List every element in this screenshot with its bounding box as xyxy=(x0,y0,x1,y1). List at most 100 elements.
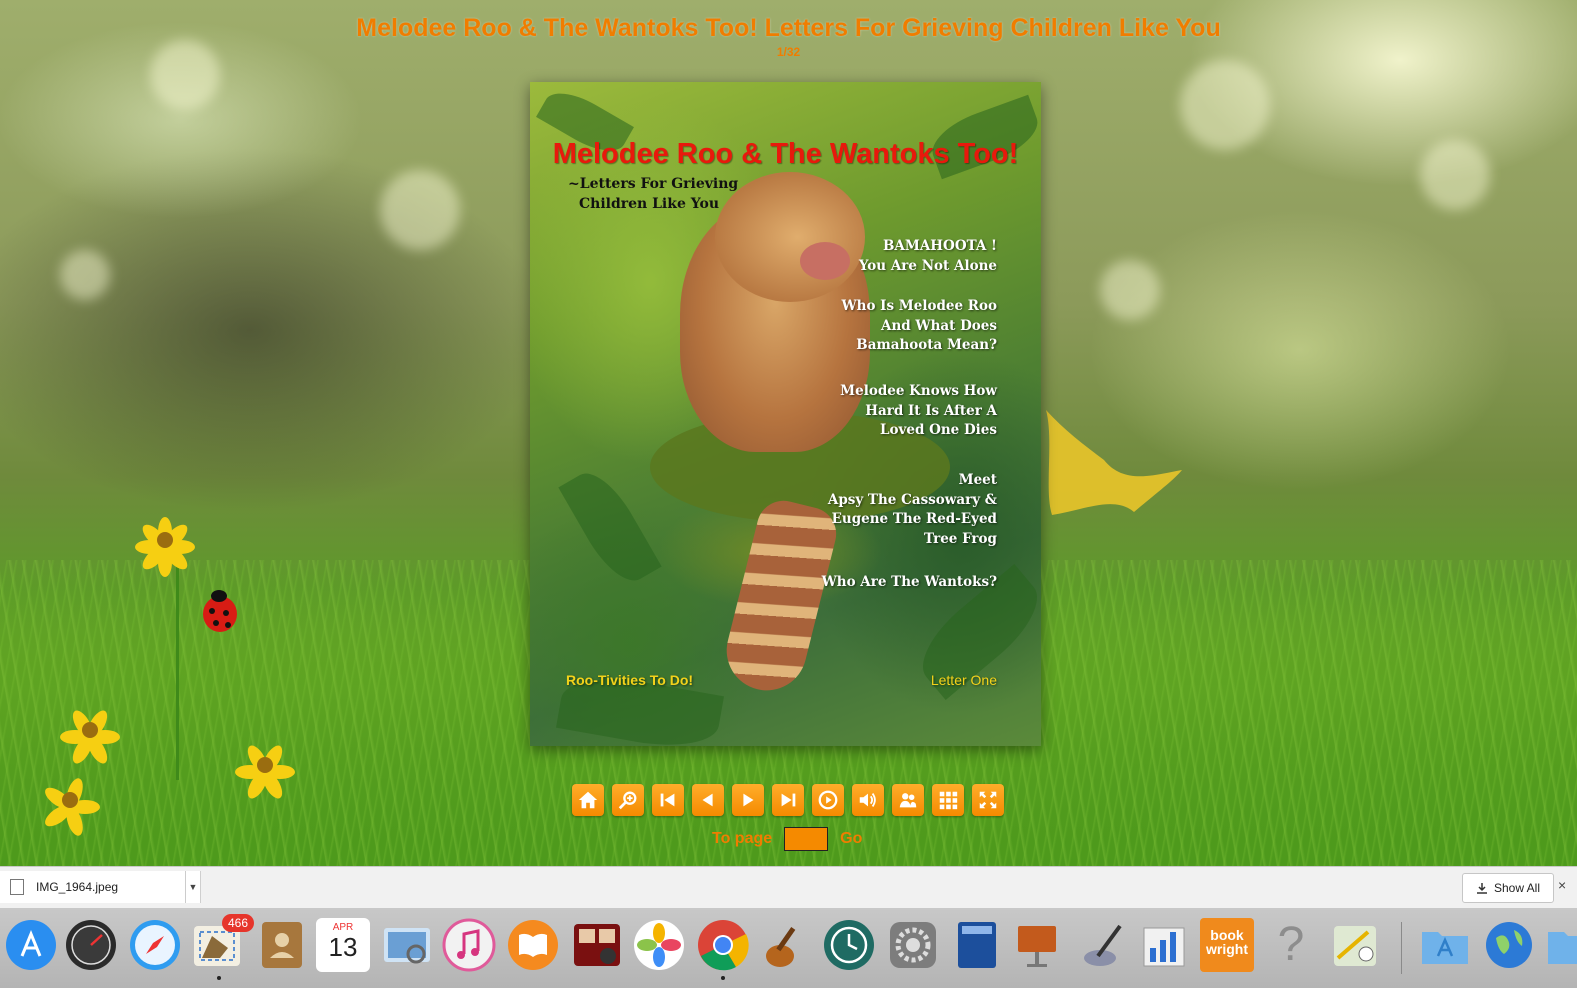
photo-booth-icon[interactable] xyxy=(570,918,624,972)
page-indicator: 1/32 xyxy=(776,45,801,59)
toc-entry: Who Is Melodee Roo And What Does Bamahoo… xyxy=(757,297,997,356)
dashboard-icon[interactable] xyxy=(64,918,118,972)
applications-folder-icon[interactable] xyxy=(1418,918,1472,972)
zoom-icon xyxy=(618,791,637,810)
book-wright-label: book xyxy=(1210,927,1244,943)
help-icon[interactable]: ? xyxy=(1264,918,1318,972)
calendar-icon[interactable]: APR 13 xyxy=(316,918,370,972)
home-button[interactable] xyxy=(572,784,604,816)
download-file-name: IMG_1964.jpeg xyxy=(36,880,119,894)
sound-button[interactable] xyxy=(852,784,884,816)
goto-page-label: To page xyxy=(712,830,773,847)
go-button[interactable]: Go xyxy=(840,830,862,848)
cover-footer-activities: Roo-Tivities To Do! xyxy=(566,672,694,688)
falling-leaf-graphic xyxy=(1046,410,1182,515)
toc-line: Meet xyxy=(958,472,997,488)
flower-stem xyxy=(176,560,179,780)
last-page-icon xyxy=(781,793,796,807)
next-page-icon xyxy=(743,793,754,807)
macos-dock: 466 APR 13 book wright ? xyxy=(0,908,1577,988)
previous-page-button[interactable] xyxy=(692,784,724,816)
cover-subtitle-line: Children Like You xyxy=(579,196,720,212)
bokeh-light xyxy=(380,170,460,250)
toc-line: Tree Frog xyxy=(924,530,997,547)
ibooks-icon[interactable] xyxy=(506,918,560,972)
running-indicator xyxy=(217,976,221,980)
ladybug-graphic xyxy=(203,590,237,632)
toc-line: You Are Not Alone xyxy=(858,257,997,274)
flipbook-toolbar xyxy=(572,784,1004,816)
chevron-down-icon[interactable]: ▼ xyxy=(185,871,200,903)
toc-line: Melodee Knows How xyxy=(840,383,997,399)
file-icon xyxy=(10,879,24,895)
zoom-button[interactable] xyxy=(612,784,644,816)
contacts-icon[interactable] xyxy=(254,918,308,972)
toc-line: Hard It Is After A xyxy=(865,402,997,419)
next-page-button[interactable] xyxy=(732,784,764,816)
downloads-folder-icon[interactable] xyxy=(1544,918,1577,972)
autoplay-button[interactable] xyxy=(812,784,844,816)
maps-icon[interactable] xyxy=(1328,918,1382,972)
download-shelf: IMG_1964.jpeg ▼ Show All × xyxy=(0,866,1577,909)
first-page-button[interactable] xyxy=(652,784,684,816)
share-button[interactable] xyxy=(892,784,924,816)
cover-subtitle-line: ~Letters For Grieving xyxy=(568,176,739,192)
toc-line: Loved One Dies xyxy=(880,422,997,438)
bokeh-light xyxy=(1420,140,1490,210)
book-wright-icon[interactable]: book wright xyxy=(1200,918,1254,972)
show-all-button[interactable]: Show All xyxy=(1462,873,1554,903)
toc-line: BAMAHOOTA ! xyxy=(883,238,997,254)
numbers-icon[interactable] xyxy=(1138,918,1192,972)
toc-entry: Meet Apsy The Cassowary & Eugene The Red… xyxy=(757,471,997,549)
cover-title: Melodee Roo & The Wantoks Too! xyxy=(552,138,1019,170)
last-page-button[interactable] xyxy=(772,784,804,816)
download-item[interactable]: IMG_1964.jpeg ▼ xyxy=(0,871,201,903)
goto-page-input[interactable] xyxy=(784,827,829,851)
itunes-icon[interactable] xyxy=(442,918,496,972)
book-page-cover[interactable]: Melodee Roo & The Wantoks Too! ~Letters … xyxy=(530,82,1041,746)
system-preferences-icon[interactable] xyxy=(886,918,940,972)
toc-line: Who Is Melodee Roo xyxy=(841,298,997,314)
preview-icon[interactable] xyxy=(380,918,434,972)
toc-line: Eugene The Red-Eyed xyxy=(831,511,997,527)
thumbnails-button[interactable] xyxy=(932,784,964,816)
sound-icon xyxy=(859,793,876,807)
bokeh-light xyxy=(1100,260,1160,320)
cover-subtitle: ~Letters For Grieving Children Like You xyxy=(568,174,788,214)
cover-footer-letter: Letter One xyxy=(930,672,997,688)
home-icon xyxy=(578,791,598,809)
time-machine-icon[interactable] xyxy=(822,918,876,972)
book-wright-label: wright xyxy=(1206,941,1248,957)
photos-icon[interactable] xyxy=(632,918,686,972)
keynote-icon[interactable] xyxy=(1010,918,1064,972)
running-indicator xyxy=(721,976,725,980)
thumbnails-icon xyxy=(939,791,958,810)
book-title: Melodee Roo & The Wantoks Too! Letters F… xyxy=(356,14,1221,42)
goto-page-control: To page Go xyxy=(712,826,862,852)
safari-icon[interactable] xyxy=(128,918,182,972)
close-icon[interactable]: × xyxy=(1558,877,1566,893)
dock-separator xyxy=(1401,922,1402,974)
toc-line: And What Does xyxy=(881,317,997,334)
bokeh-light xyxy=(60,250,110,300)
toc-line: Bamahoota Mean? xyxy=(856,337,997,353)
mail-unread-badge: 466 xyxy=(222,914,254,932)
first-page-icon xyxy=(660,793,675,807)
globe-icon[interactable] xyxy=(1482,918,1536,972)
foliage-graphic xyxy=(558,462,662,592)
pen-tool-icon[interactable] xyxy=(1076,918,1130,972)
share-icon xyxy=(899,793,917,808)
toc-entry: BAMAHOOTA ! You Are Not Alone xyxy=(757,237,997,276)
toc-entry: Who Are The Wantoks? xyxy=(757,573,997,593)
bokeh-light xyxy=(1180,60,1270,150)
toc-line: Apsy The Cassowary & xyxy=(827,491,997,508)
chrome-icon[interactable] xyxy=(696,918,750,972)
garageband-icon[interactable] xyxy=(758,918,812,972)
eflip-professional-icon[interactable] xyxy=(950,918,1004,972)
fullscreen-button[interactable] xyxy=(972,784,1004,816)
show-all-label: Show All xyxy=(1493,881,1541,895)
calendar-day: 13 xyxy=(328,932,358,962)
download-icon xyxy=(1476,883,1487,894)
fullscreen-icon xyxy=(979,791,997,809)
app-store-icon[interactable] xyxy=(4,918,58,972)
